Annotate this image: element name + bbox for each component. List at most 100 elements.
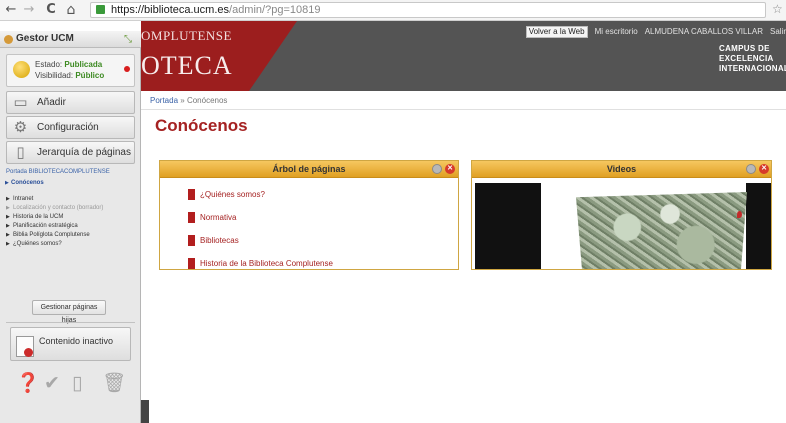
url-host: https://biblioteca.ucm.es <box>111 4 230 16</box>
brand-line-big: OTECA <box>141 51 233 80</box>
tree-item[interactable]: ▶ Intranet <box>6 196 135 202</box>
page-bullet-icon <box>188 258 195 269</box>
expand-icon[interactable]: ⤡ <box>124 34 132 45</box>
edge-strip <box>141 400 149 423</box>
videos-widget: Videos ✕ <box>471 160 772 270</box>
new-page-icon[interactable]: ▯ <box>72 372 82 394</box>
widget-close-icon[interactable]: ✕ <box>445 164 455 174</box>
tree-arrow-icon: ▶ <box>6 232 10 238</box>
inactive-content-label: Contenido inactivo <box>39 336 114 346</box>
forward-arrow-icon[interactable]: → <box>22 2 36 18</box>
tree-item[interactable]: ▶ Biblia Políglota Complutense <box>6 232 135 238</box>
configuration-button[interactable]: ⚙ Configuración <box>6 116 135 139</box>
status-line: Estado: Publicada <box>35 60 102 69</box>
tree-item-label: ¿Quiénes somos? <box>13 241 62 247</box>
tree-current-label: Conócenos <box>11 180 44 186</box>
configuration-button-label: Configuración <box>37 122 99 133</box>
inactive-page-icon <box>16 336 34 357</box>
page-title: Conócenos <box>155 116 248 135</box>
breadcrumb-current: Conócenos <box>186 96 228 105</box>
tree-arrow-icon: ▶ <box>6 214 10 220</box>
status-value: Publicada <box>64 60 103 69</box>
tree-arrow-icon: ▶ <box>5 180 9 186</box>
breadcrumb-home-link[interactable]: Portada <box>150 96 178 105</box>
page-hierarchy-button[interactable]: ▯ Jerarquía de páginas <box>6 141 135 164</box>
page-bullet-icon <box>188 235 195 246</box>
admin-panel-header: Gestor UCM ⤡ <box>0 31 141 48</box>
page-bullet-icon <box>188 189 195 200</box>
tree-item-label: Biblia Políglota Complutense <box>13 232 90 238</box>
help-icon[interactable]: ❓ <box>16 372 40 394</box>
list-item[interactable]: ¿Quiénes somos? <box>188 189 333 212</box>
breadcrumb: Portada » Conócenos <box>150 96 227 105</box>
add-page-icon: ▭ <box>13 93 28 111</box>
user-name-link[interactable]: ALMUDENA CABALLOS VILLAR <box>645 27 763 36</box>
inactive-content-button[interactable]: Contenido inactivo <box>10 327 131 361</box>
breadcrumb-separator: » <box>180 96 185 105</box>
brand-band: OMPLUTENSE OTECA <box>141 21 249 91</box>
widget-title: Árbol de páginas <box>272 164 346 174</box>
campus-line: CAMPUS DE <box>719 44 770 53</box>
tree-item[interactable]: ▶ ¿Quiénes somos? <box>6 241 135 247</box>
hierarchy-tree: Portada BIBLIOTECACOMPLUTENSE ▶ Conócenos… <box>5 169 135 250</box>
publish-status-box[interactable]: Estado: Publicada Visibilidad: Público <box>6 54 135 87</box>
page-tree-widget: Árbol de páginas ✕ ¿Quiénes somos? Norma… <box>159 160 459 270</box>
back-to-web-button[interactable]: Volver a la Web <box>525 26 588 38</box>
lock-icon <box>96 5 105 14</box>
tree-arrow-icon: ▶ <box>6 196 10 202</box>
widget-title: Videos <box>606 164 637 174</box>
tree-arrow-icon: ▶ <box>6 223 10 229</box>
widget-header: Videos ✕ <box>472 161 771 178</box>
visibility-line: Visibilidad: Público <box>35 71 104 80</box>
user-links: Volver a la Web Mi escritorio ALMUDENA CAB… <box>519 26 786 38</box>
list-item-label: ¿Quiénes somos? <box>200 190 265 199</box>
map-marker-icon <box>737 211 742 218</box>
widget-close-icon[interactable]: ✕ <box>759 164 769 174</box>
tree-item-label: Localización y contacto (borrador) <box>13 205 104 211</box>
logout-link[interactable]: Salir <box>770 27 786 36</box>
panel-divider <box>6 322 135 323</box>
campus-line: INTERNACIONAL <box>719 64 786 73</box>
tree-root-link[interactable]: Portada BIBLIOTECACOMPLUTENSE <box>6 169 135 175</box>
ucm-logo-icon <box>4 35 13 44</box>
status-globe-icon <box>13 61 30 78</box>
status-indicator-dot <box>124 66 130 72</box>
list-item[interactable]: Historia de la Biblioteca Complutense <box>188 258 333 269</box>
add-button[interactable]: ▭ Añadir <box>6 91 135 114</box>
tree-item[interactable]: ▶ Localización y contacto (borrador) <box>6 205 135 211</box>
brand-wedge <box>249 21 297 91</box>
tree-item-label: Intranet <box>13 196 34 202</box>
reload-icon[interactable]: C <box>44 2 58 18</box>
manage-child-pages-button[interactable]: Gestionar páginas hijas <box>32 300 106 324</box>
admin-panel-title: Gestor UCM <box>16 33 74 44</box>
tree-item[interactable]: ▶ Planificación estratégica <box>6 223 135 229</box>
check-icon[interactable]: ✔ <box>44 372 60 394</box>
address-bar[interactable]: https://biblioteca.ucm.es/admin/?pg=1081… <box>90 2 766 18</box>
tree-item[interactable]: ▶ Historia de la UCM <box>6 214 135 220</box>
add-button-label: Añadir <box>37 97 66 108</box>
widget-settings-icon[interactable] <box>746 164 756 174</box>
bookmark-star-icon[interactable]: ☆ <box>772 2 783 16</box>
list-item-label: Normativa <box>200 213 237 222</box>
home-icon[interactable]: ⌂ <box>64 2 78 18</box>
browser-toolbar: ← → C ⌂ https://biblioteca.ucm.es/admin/… <box>0 0 786 21</box>
video-player[interactable] <box>475 183 771 269</box>
page-tree-list: ¿Quiénes somos? Normativa Bibliotecas Hi… <box>188 189 333 269</box>
list-item[interactable]: Normativa <box>188 212 333 235</box>
gear-icon: ⚙ <box>13 118 28 136</box>
widget-settings-icon[interactable] <box>432 164 442 174</box>
page-bullet-icon <box>188 212 195 223</box>
trash-icon[interactable]: 🗑 <box>102 372 126 394</box>
screen: ← → C ⌂ https://biblioteca.ucm.es/admin/… <box>0 0 786 423</box>
visibility-label: Visibilidad: <box>35 71 74 80</box>
admin-panel: Gestor UCM ⤡ Estado: Publicada Visibilid… <box>0 31 141 423</box>
campus-line: EXCELENCIA <box>719 54 774 63</box>
campus-excellence-logo: CAMPUS DE EXCELENCIA INTERNACIONAL <box>719 44 786 74</box>
back-arrow-icon[interactable]: ← <box>4 2 18 18</box>
tree-item-label: Planificación estratégica <box>13 223 78 229</box>
tree-arrow-icon: ▶ <box>6 205 10 211</box>
list-item[interactable]: Bibliotecas <box>188 235 333 258</box>
tree-current-page[interactable]: ▶ Conócenos <box>5 180 135 186</box>
page-tree-icon: ▯ <box>16 143 25 161</box>
my-desktop-link[interactable]: Mi escritorio <box>595 27 638 36</box>
